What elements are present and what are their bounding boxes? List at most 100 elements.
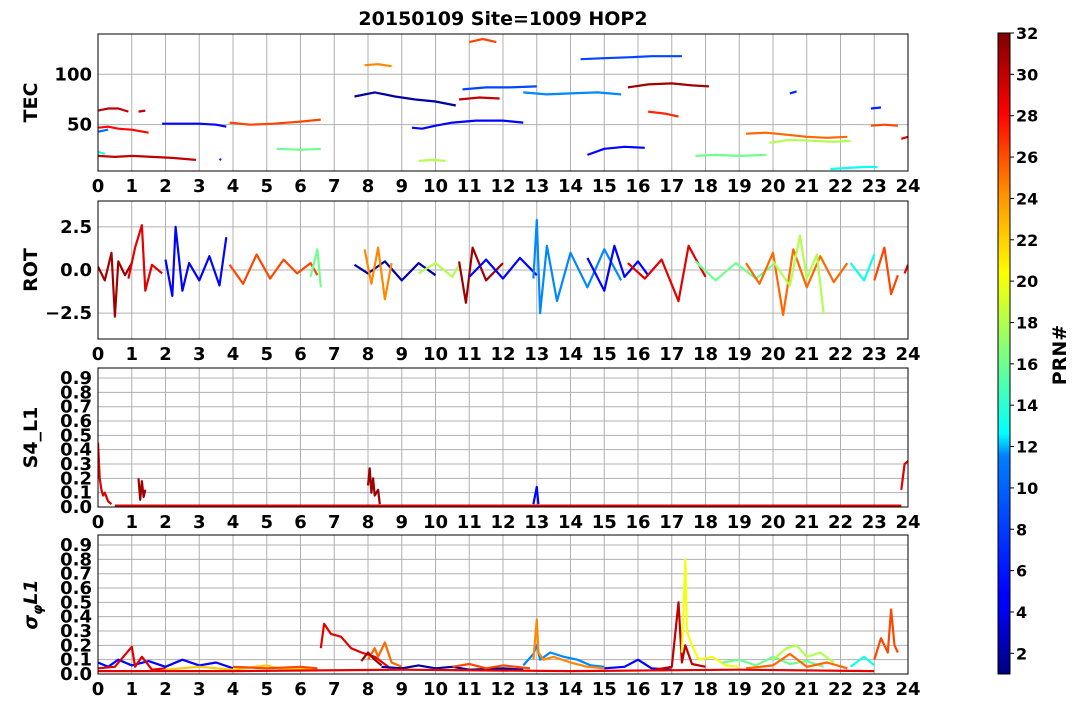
y-tick-label: 0.9 <box>60 535 92 556</box>
chart-title: 20150109 Site=1009 HOP2 <box>358 8 647 30</box>
colorbar-tick-label: 4 <box>1016 603 1027 622</box>
x-tick-label: 6 <box>294 679 307 700</box>
x-tick-label: 20 <box>760 176 785 197</box>
colorbar-tick-label: 12 <box>1016 438 1038 457</box>
series-line-prn26 <box>469 37 497 44</box>
series-line-prn31 <box>458 246 504 304</box>
x-tick-label: 17 <box>659 344 684 365</box>
colorbar-ticks: 2468101214161820222426283032 <box>1010 24 1038 663</box>
x-tick-label: 0 <box>92 512 105 533</box>
x-tick-label: 5 <box>260 176 273 197</box>
series-group-sigma <box>98 558 899 673</box>
x-tick-label: 14 <box>558 512 583 533</box>
colorbar-tick-label: 10 <box>1016 479 1038 498</box>
series-line-prn5 <box>587 145 645 156</box>
series-line-prn31 <box>366 467 381 505</box>
x-tick-label: 18 <box>693 344 718 365</box>
series-line-prn29 <box>627 244 707 303</box>
series-line-prn16 <box>309 248 322 288</box>
series-line-prn26 <box>452 662 531 670</box>
series-line-prn13 <box>849 254 876 282</box>
figure: 20150109 Site=1009 HOP2 0 1 2 3 4 5 6 7 8 9 10 11 12… <box>20 8 1071 700</box>
x-tick-label: 4 <box>227 344 240 365</box>
colorbar-tick-label: 28 <box>1016 107 1038 126</box>
x-tick-label: 22 <box>828 344 853 365</box>
colorbar-tick-label: 24 <box>1016 189 1038 208</box>
series-line-prn24 <box>363 246 393 301</box>
x-tick-label: 19 <box>727 344 752 365</box>
x-tick-label: 3 <box>193 512 206 533</box>
x-tick-label: 4 <box>227 679 240 700</box>
x-tick-label: 14 <box>558 176 583 197</box>
series-line-prn8 <box>98 128 109 133</box>
grid-s4 <box>97 368 909 508</box>
x-tick-label: 18 <box>693 176 718 197</box>
x-tick-label: 15 <box>592 344 617 365</box>
series-line-prn26 <box>870 123 898 127</box>
x-tick-label: 19 <box>727 679 752 700</box>
x-tick-label: 6 <box>294 176 307 197</box>
x-tick-label: 24 <box>895 512 920 533</box>
series-line-prn5 <box>532 485 540 505</box>
y-tick-label: −2.5 <box>45 303 92 324</box>
series-line-prn29 <box>98 442 113 505</box>
y-tick-label: 50 <box>67 115 92 136</box>
colorbar-tick-label: 16 <box>1016 355 1038 374</box>
series-line-prn26 <box>229 118 321 126</box>
x-tick-label: 10 <box>423 512 448 533</box>
series-line-prn9 <box>522 644 605 668</box>
x-tick-label: 21 <box>794 512 819 533</box>
x-tick-label: 8 <box>362 176 375 197</box>
x-tick-label: 18 <box>693 512 718 533</box>
colorbar-gradient <box>997 32 1011 675</box>
x-tick-label: 24 <box>895 679 920 700</box>
x-tick-label: 21 <box>794 344 819 365</box>
x-tick-label: 20 <box>760 512 785 533</box>
panels: 0 1 2 3 4 5 6 7 8 9 10 11 12 13 14 15 16 17 18 19 20 21 22 23 24… <box>20 33 921 700</box>
series-line-prn18 <box>418 158 446 162</box>
x-tick-label: 4 <box>227 512 240 533</box>
grid-tec <box>97 34 909 171</box>
x-tick-label: 7 <box>328 176 341 197</box>
x-tick-label: 17 <box>659 679 684 700</box>
series-line-prn24 <box>532 618 605 670</box>
x-tick-label: 0 <box>92 344 105 365</box>
x-tick-label: 5 <box>260 679 273 700</box>
colorbar-tick-label: 22 <box>1016 231 1038 250</box>
series-line-prn7 <box>462 85 537 91</box>
y-axis-label: ROT <box>20 248 42 292</box>
x-tick-label: 15 <box>592 176 617 197</box>
colorbar: 2468101214161820222426283032 PRN# <box>997 24 1071 675</box>
x-tick-label: 9 <box>395 679 408 700</box>
series-line-prn6 <box>789 90 797 95</box>
x-tick-label: 9 <box>395 176 408 197</box>
x-tick-label: 14 <box>558 344 583 365</box>
y-tick-label: 0.9 <box>60 368 92 389</box>
panel-tec: 0 1 2 3 4 5 6 7 8 9 10 11 12 13 14 15 16 17 18 19 20 21 22 23 24… <box>20 33 921 197</box>
x-tick-label: 1 <box>125 344 138 365</box>
colorbar-tick-label: 20 <box>1016 272 1038 291</box>
x-tick-label: 3 <box>193 679 206 700</box>
x-tick-label: 1 <box>125 679 138 700</box>
x-tick-label: 14 <box>558 679 583 700</box>
x-tick-label: 16 <box>625 679 650 700</box>
x-tick-label: 3 <box>193 176 206 197</box>
series-line-prn26 <box>873 246 899 296</box>
x-tick-label: 13 <box>524 679 549 700</box>
panel-s4: 0 1 2 3 4 5 6 7 8 9 10 11 12 13 14 15 16 17 18 19 20 21 22 23 24… <box>20 367 921 533</box>
series-line-prn31 <box>627 82 709 89</box>
x-tick-label: 1 <box>125 176 138 197</box>
x-tick-label: 1 <box>125 512 138 533</box>
colorbar-tick-label: 8 <box>1016 520 1027 539</box>
x-tick-label: 10 <box>423 176 448 197</box>
x-tick-label: 11 <box>457 176 482 197</box>
series-line-prn13 <box>830 165 878 171</box>
x-tick-label: 19 <box>727 176 752 197</box>
series-line-prn13 <box>849 655 876 668</box>
colorbar-tick-label: 26 <box>1016 148 1038 167</box>
x-tick-label: 17 <box>659 176 684 197</box>
x-tick-label: 12 <box>490 176 515 197</box>
series-line-prn5 <box>164 225 228 297</box>
series-line-prn26 <box>232 665 318 670</box>
panel-sigma: 0 1 2 3 4 5 6 7 8 9 10 11 12 13 14 15 16 17 18 19 20 21 22 23 24… <box>20 534 921 700</box>
